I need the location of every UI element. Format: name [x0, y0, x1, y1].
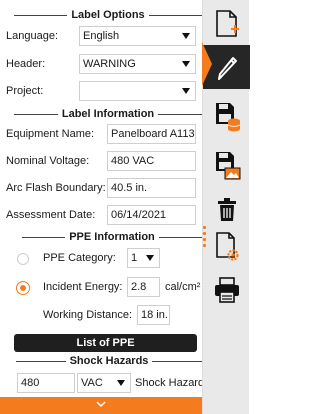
- shock-hazard-type-label: Shock Hazard: [135, 377, 205, 389]
- save-image-icon: [215, 152, 240, 180]
- divider: [22, 236, 66, 238]
- save-as-image-button[interactable]: [203, 143, 250, 187]
- ppe-information-heading: PPE Information: [6, 230, 202, 244]
- language-select[interactable]: English: [79, 26, 196, 46]
- label-editor-panel: Label Options Language: English Header: …: [0, 0, 205, 414]
- working-distance-input[interactable]: 18 in.: [137, 305, 170, 325]
- project-label: Project:: [6, 85, 44, 97]
- divider: [14, 113, 58, 115]
- list-of-ppe-button[interactable]: List of PPE: [14, 334, 197, 352]
- arc-flash-boundary-row: Arc Flash Boundary: 40.5 in.: [0, 178, 202, 200]
- project-select[interactable]: [79, 81, 196, 101]
- active-indicator: [202, 42, 212, 86]
- divider: [148, 14, 202, 16]
- shock-unit-select[interactable]: VAC: [77, 373, 131, 393]
- assessment-date-input[interactable]: 06/14/2021: [107, 205, 196, 225]
- shock-unit-value: VAC: [81, 377, 103, 389]
- equipment-name-row: Equipment Name: Panelboard A113: [0, 124, 202, 146]
- new-label-button[interactable]: [203, 2, 250, 46]
- header-label: Header:: [6, 58, 46, 70]
- document-settings-icon: [215, 232, 239, 261]
- equipment-name-label: Equipment Name:: [6, 128, 95, 140]
- incident-energy-label: Incident Energy:: [43, 281, 123, 293]
- arc-flash-boundary-input[interactable]: 40.5 in.: [107, 178, 196, 198]
- divider: [158, 113, 202, 115]
- add-label-icon: [215, 10, 239, 37]
- chevron-down-icon: [182, 88, 190, 94]
- header-value: WARNING: [83, 58, 136, 70]
- print-button[interactable]: [203, 268, 250, 312]
- ppe-category-radio[interactable]: [17, 253, 29, 265]
- chevron-down-icon: [182, 61, 190, 67]
- ppe-information-title: PPE Information: [69, 231, 155, 243]
- save-to-database-button[interactable]: [203, 94, 250, 138]
- delete-trash-icon: [217, 198, 236, 221]
- chevron-down-icon: [96, 401, 106, 408]
- shock-voltage-input[interactable]: 480: [17, 373, 75, 393]
- shock-hazards-heading: Shock Hazards: [6, 354, 202, 368]
- chevron-down-icon: [117, 380, 125, 386]
- nominal-voltage-row: Nominal Voltage: 480 VAC: [0, 151, 202, 173]
- incident-energy-row: Incident Energy: 2.8 cal/cm²: [0, 277, 202, 299]
- divider: [16, 360, 66, 362]
- language-row: Language: English: [0, 26, 202, 48]
- print-icon: [214, 277, 239, 303]
- incident-energy-radio[interactable]: [17, 282, 29, 294]
- save-database-icon: [215, 103, 240, 132]
- ppe-category-select[interactable]: 1: [127, 248, 160, 268]
- ppe-category-value: 1: [131, 252, 138, 264]
- label-options-title: Label Options: [71, 9, 145, 21]
- chevron-down-icon: [182, 33, 190, 39]
- assessment-date-label: Assessment Date:: [6, 209, 96, 221]
- nominal-voltage-label: Nominal Voltage:: [6, 155, 90, 167]
- edit-pencil-icon: [217, 57, 237, 80]
- document-settings-button[interactable]: [203, 225, 250, 269]
- expand-bar[interactable]: [0, 397, 202, 414]
- incident-energy-unit: cal/cm²: [165, 281, 201, 293]
- ppe-category-row: PPE Category: 1: [0, 248, 202, 270]
- nominal-voltage-input[interactable]: 480 VAC: [107, 151, 196, 171]
- divider: [14, 14, 68, 16]
- label-information-heading: Label Information: [6, 107, 202, 121]
- language-value: English: [83, 30, 120, 42]
- ppe-category-label: PPE Category:: [43, 252, 116, 264]
- header-row: Header: WARNING: [0, 54, 202, 76]
- divider: [158, 236, 202, 238]
- working-distance-label: Working Distance:: [43, 309, 133, 321]
- shock-hazard-row: 480 VAC Shock Hazard: [0, 373, 205, 395]
- incident-energy-input[interactable]: 2.8: [127, 277, 160, 297]
- divider: [152, 360, 202, 362]
- working-distance-row: Working Distance: 18 in.: [0, 305, 202, 327]
- chevron-down-icon: [146, 255, 154, 261]
- project-row: Project:: [0, 81, 202, 103]
- label-information-title: Label Information: [61, 108, 155, 120]
- equipment-name-input[interactable]: Panelboard A113: [107, 124, 196, 144]
- assessment-date-row: Assessment Date: 06/14/2021: [0, 205, 202, 227]
- header-select[interactable]: WARNING: [79, 54, 196, 74]
- language-label: Language:: [6, 30, 58, 42]
- label-options-heading: Label Options: [6, 8, 202, 22]
- shock-hazards-title: Shock Hazards: [69, 355, 149, 367]
- tool-sidebar: [202, 0, 250, 414]
- arc-flash-boundary-label: Arc Flash Boundary:: [6, 182, 106, 194]
